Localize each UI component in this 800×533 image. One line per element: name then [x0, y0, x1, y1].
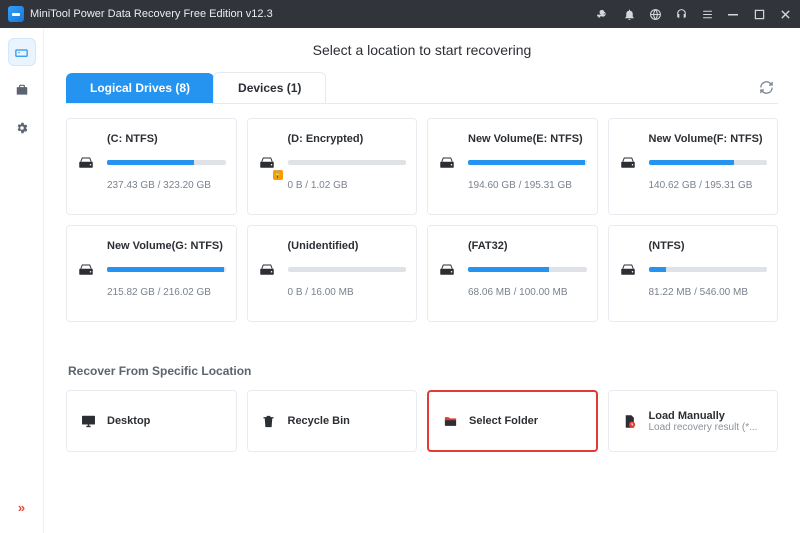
sidebar-item-settings[interactable] — [8, 114, 36, 142]
section-title: Recover From Specific Location — [68, 364, 778, 378]
drive-size: 215.82 GB / 216.02 GB — [107, 287, 226, 307]
drive-usage-bar — [649, 267, 768, 272]
drive-card[interactable]: New Volume(F: NTFS) 140.62 GB / 195.31 GB — [608, 118, 779, 215]
drive-size: 81.22 MB / 546.00 MB — [649, 287, 768, 307]
page-title: Select a location to start recovering — [66, 42, 778, 58]
trash-icon — [260, 412, 278, 430]
drive-card[interactable]: (D: Encrypted) 0 B / 1.02 GB — [247, 118, 418, 215]
tab-devices[interactable]: Devices (1) — [213, 72, 326, 103]
drive-card[interactable]: New Volume(E: NTFS) 194.60 GB / 195.31 GB — [427, 118, 598, 215]
globe-icon[interactable] — [648, 7, 662, 21]
menu-hamburger-icon[interactable] — [700, 7, 714, 21]
sidebar: » — [0, 28, 44, 533]
desktop-icon — [79, 412, 97, 430]
drive-size: 68.06 MB / 100.00 MB — [468, 287, 587, 307]
maximize-button[interactable] — [752, 7, 766, 21]
sidebar-item-recovery[interactable] — [8, 38, 36, 66]
minimize-button[interactable] — [726, 7, 740, 21]
drive-usage-bar — [107, 267, 226, 272]
drives-grid: (C: NTFS) 237.43 GB / 323.20 GB (D: Encry… — [66, 118, 778, 328]
locations-grid: Desktop Recycle Bin Select Folder Lo — [66, 390, 778, 452]
drive-name: (Unidentified) — [288, 240, 407, 261]
hdd-icon — [258, 155, 280, 178]
sidebar-collapse-button[interactable]: » — [8, 493, 36, 521]
drive-usage-bar — [107, 160, 226, 165]
drive-card[interactable]: (FAT32) 68.06 MB / 100.00 MB — [427, 225, 598, 322]
document-load-icon — [621, 412, 639, 430]
main-panel: Select a location to start recovering Lo… — [44, 28, 800, 533]
location-select-folder[interactable]: Select Folder — [427, 390, 598, 452]
tabs-row: Logical Drives (8) Devices (1) — [66, 72, 778, 104]
drive-card[interactable]: (Unidentified) 0 B / 16.00 MB — [247, 225, 418, 322]
tab-logical-drives[interactable]: Logical Drives (8) — [66, 73, 214, 103]
bell-icon[interactable] — [622, 7, 636, 21]
app-title: MiniTool Power Data Recovery Free Editio… — [30, 8, 273, 20]
drive-name: (D: Encrypted) — [288, 133, 407, 154]
drive-size: 0 B / 1.02 GB — [288, 180, 407, 200]
drive-card[interactable]: New Volume(G: NTFS) 215.82 GB / 216.02 GB — [66, 225, 237, 322]
hdd-icon — [438, 262, 460, 285]
drive-name: (C: NTFS) — [107, 133, 226, 154]
drive-usage-bar — [468, 267, 587, 272]
drive-name: New Volume(G: NTFS) — [107, 240, 226, 261]
drive-usage-bar — [288, 267, 407, 272]
drive-name: New Volume(E: NTFS) — [468, 133, 587, 154]
drive-size: 0 B / 16.00 MB — [288, 287, 407, 307]
drive-size: 194.60 GB / 195.31 GB — [468, 180, 587, 200]
drive-size: 140.62 GB / 195.31 GB — [649, 180, 768, 200]
upgrade-key-icon[interactable] — [596, 7, 610, 21]
location-label: Select Folder — [469, 415, 538, 427]
location-desktop[interactable]: Desktop — [66, 390, 237, 452]
drive-name: (FAT32) — [468, 240, 587, 261]
app-logo-icon — [8, 6, 24, 22]
titlebar: MiniTool Power Data Recovery Free Editio… — [0, 0, 800, 28]
location-label: Load Manually — [649, 410, 758, 422]
drive-size: 237.43 GB / 323.20 GB — [107, 180, 226, 200]
drive-card[interactable]: (C: NTFS) 237.43 GB / 323.20 GB — [66, 118, 237, 215]
drive-usage-bar — [468, 160, 587, 165]
location-load-manually[interactable]: Load Manually Load recovery result (*... — [608, 390, 779, 452]
drive-name: (NTFS) — [649, 240, 768, 261]
location-label: Desktop — [107, 415, 150, 427]
hdd-icon — [619, 262, 641, 285]
drive-card[interactable]: (NTFS) 81.22 MB / 546.00 MB — [608, 225, 779, 322]
folder-icon — [441, 412, 459, 430]
hdd-icon — [77, 155, 99, 178]
close-button[interactable] — [778, 7, 792, 21]
drive-name: New Volume(F: NTFS) — [649, 133, 768, 154]
hdd-icon — [619, 155, 641, 178]
location-sublabel: Load recovery result (*... — [649, 422, 758, 433]
location-label: Recycle Bin — [288, 415, 350, 427]
sidebar-item-tools[interactable] — [8, 76, 36, 104]
hdd-icon — [438, 155, 460, 178]
support-headset-icon[interactable] — [674, 7, 688, 21]
hdd-icon — [77, 262, 99, 285]
location-recycle-bin[interactable]: Recycle Bin — [247, 390, 418, 452]
hdd-icon — [258, 262, 280, 285]
refresh-button[interactable] — [754, 76, 778, 100]
drive-usage-bar — [288, 160, 407, 165]
drive-usage-bar — [649, 160, 768, 165]
